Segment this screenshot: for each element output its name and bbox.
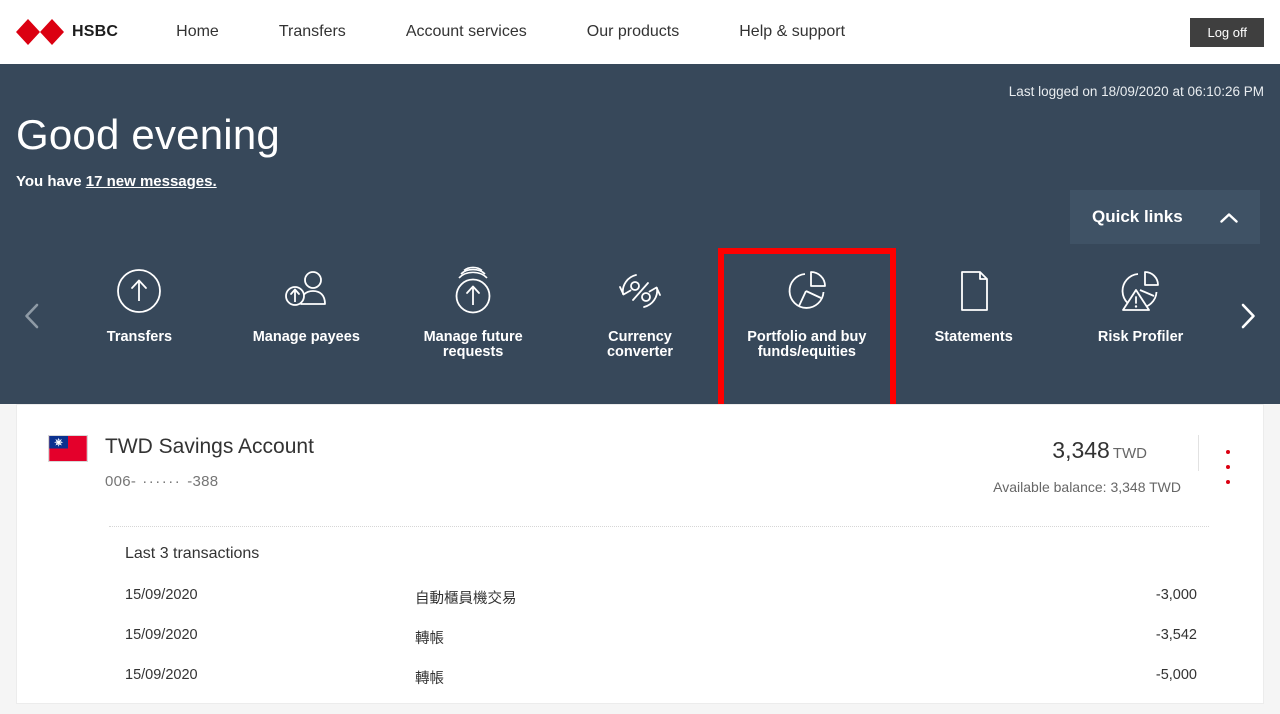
account-card: TWD Savings Account 006- ······ -388 3,348… (16, 404, 1264, 704)
document-icon (960, 271, 988, 311)
pie-chart-icon (788, 271, 826, 309)
table-row[interactable]: 15/09/2020 自動櫃員機交易 -3,000 (125, 587, 1197, 627)
nav-item-help-support[interactable]: Help & support (739, 23, 845, 41)
brand-name: HSBC (72, 22, 119, 40)
table-row[interactable]: 15/09/2020 轉帳 -5,000 (125, 667, 1197, 707)
section-divider (109, 526, 1209, 527)
transaction-date: 15/09/2020 (125, 667, 198, 683)
account-balance: 3,348 TWD (1052, 437, 1147, 464)
nav-item-transfers[interactable]: Transfers (279, 23, 346, 41)
quick-link-label: Manage payees (252, 329, 360, 345)
account-number-prefix: 006- (105, 473, 137, 490)
future-arrow-up-circle-icon (455, 266, 491, 314)
available-balance: Available balance: 3,348 TWD (993, 479, 1181, 495)
new-messages-line: You have 17 new messages. (16, 173, 217, 190)
quick-links-title: Quick links (1092, 207, 1183, 226)
hsbc-hexagon-logo-icon (16, 18, 64, 45)
balance-currency: TWD (1112, 445, 1147, 462)
transaction-amount: -3,542 (1155, 627, 1197, 643)
quick-links-prev-button[interactable] (18, 302, 46, 330)
quick-link-statements[interactable]: Statements (890, 244, 1057, 404)
quick-links-list: Transfers Manage payees Manage future re… (56, 244, 1224, 404)
kebab-menu-icon[interactable] (1217, 450, 1239, 484)
quick-link-manage-future-requests[interactable]: Manage future requests (390, 244, 557, 404)
quick-links-next-button[interactable] (1234, 302, 1262, 330)
quick-links-toggle[interactable]: Quick links (1070, 190, 1260, 244)
transaction-date: 15/09/2020 (125, 587, 198, 603)
transactions-table: 15/09/2020 自動櫃員機交易 -3,000 15/09/2020 轉帳 … (125, 587, 1197, 707)
account-number-suffix: -388 (187, 473, 219, 490)
card-divider (1198, 435, 1199, 471)
main-nav: Home Transfers Account services Our prod… (176, 23, 845, 41)
quick-link-label: Portfolio and buy funds/equities (747, 329, 867, 360)
quick-link-transfers[interactable]: Transfers (56, 244, 223, 404)
transaction-description: 轉帳 (415, 631, 444, 647)
quick-link-portfolio-and-buy-funds-equities[interactable]: Portfolio and buy funds/equities (723, 244, 890, 404)
arrow-up-circle-icon (117, 269, 162, 313)
nav-item-account-services[interactable]: Account services (406, 23, 527, 41)
transaction-description: 自動櫃員機交易 (415, 591, 517, 607)
quick-link-risk-profiler[interactable]: Risk Profiler (1057, 244, 1224, 404)
table-row[interactable]: 15/09/2020 轉帳 -3,542 (125, 627, 1197, 667)
new-messages-prefix: You have (16, 173, 86, 190)
quick-link-manage-payees[interactable]: Manage payees (223, 244, 390, 404)
account-card-header: TWD Savings Account 006- ······ -388 3,348… (17, 405, 1263, 505)
kebab-dot (1226, 465, 1230, 469)
page-title: Good evening (16, 111, 280, 158)
top-navigation-bar: HSBC Home Transfers Account services Our… (0, 0, 1280, 64)
transaction-amount: -3,000 (1155, 587, 1197, 603)
nav-item-our-products[interactable]: Our products (587, 23, 679, 41)
transaction-amount: -5,000 (1155, 667, 1197, 683)
transactions-title: Last 3 transactions (125, 545, 260, 562)
balance-amount: 3,348 (1052, 437, 1110, 463)
pie-chart-warning-icon (1121, 271, 1159, 311)
account-number-mask: ······ (142, 473, 182, 490)
kebab-dot (1226, 450, 1230, 454)
taiwan-flag-icon (48, 435, 88, 462)
quick-link-label: Transfers (106, 329, 173, 345)
new-messages-link[interactable]: 17 new messages. (86, 173, 217, 190)
quick-link-label: Manage future requests (423, 329, 523, 360)
log-off-button[interactable]: Log off (1190, 18, 1264, 47)
nav-item-home[interactable]: Home (176, 23, 219, 41)
transaction-description: 轉帳 (415, 671, 444, 687)
page-root: HSBC Home Transfers Account services Our… (0, 0, 1280, 714)
quick-link-label: Currency converter (606, 329, 674, 360)
quick-link-label: Risk Profiler (1097, 329, 1184, 345)
person-arrow-icon (285, 271, 327, 306)
account-number: 006- ······ -388 (105, 473, 218, 490)
brand-logo[interactable]: HSBC (16, 18, 119, 45)
chevron-left-icon (25, 303, 39, 329)
kebab-dot (1226, 480, 1230, 484)
percent-refresh-icon (619, 274, 661, 308)
last-logged-text: Last logged on 18/09/2020 at 06:10:26 PM (1008, 84, 1264, 99)
chevron-right-icon (1241, 303, 1255, 329)
chevron-up-icon (1220, 212, 1238, 223)
account-name: TWD Savings Account (105, 435, 314, 458)
transaction-date: 15/09/2020 (125, 627, 198, 643)
quick-link-label: Statements (934, 329, 1013, 345)
quick-link-currency-converter[interactable]: Currency converter (557, 244, 724, 404)
